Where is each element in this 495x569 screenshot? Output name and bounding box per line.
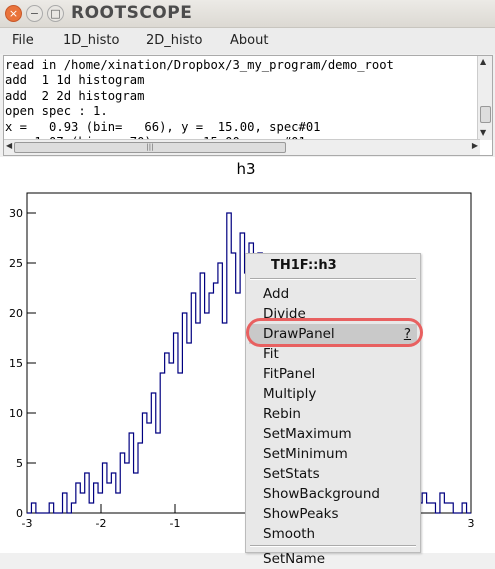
y-tick-label: 15 — [9, 357, 23, 370]
vertical-scroll-thumb[interactable] — [480, 106, 491, 123]
context-menu: TH1F::h3 Add Divide DrawPanel? Fit FitPa… — [245, 253, 421, 567]
menu-about[interactable]: About — [230, 33, 268, 48]
y-tick-label: 20 — [9, 307, 23, 320]
menu-item-setname[interactable]: SetName — [246, 549, 420, 569]
title-bar: × − □ ROOTSCOPE — [0, 0, 495, 28]
minimize-window-icon[interactable]: − — [26, 5, 43, 22]
x-tick-label: -1 — [170, 517, 181, 530]
y-tick-label: 10 — [9, 407, 23, 420]
y-tick-label: 25 — [9, 257, 23, 270]
menu-file[interactable]: File — [12, 33, 34, 48]
console-line: add 1 1d histogram — [5, 73, 145, 88]
menu-item-drawpanel[interactable]: DrawPanel? — [249, 324, 417, 344]
menu-item-multiply[interactable]: Multiply — [246, 384, 420, 404]
menu-2d-histo[interactable]: 2D_histo — [146, 33, 202, 48]
console-line: open spec : 1. — [5, 104, 108, 119]
console-horizontal-scrollbar[interactable]: ◀ ||| ▶ — [4, 139, 480, 155]
console-line: x = 0.93 (bin= 66), y = 15.00, spec#01 — [5, 119, 321, 134]
window-title: ROOTSCOPE — [71, 3, 193, 23]
menu-item-divide[interactable]: Divide — [246, 304, 420, 324]
menu-bar: File 1D_histo 2D_histo About — [0, 28, 495, 54]
console-vertical-scrollbar[interactable]: ▲ ▼ — [477, 56, 492, 140]
console-line: add 2 2d histogram — [5, 88, 145, 103]
menu-item-add[interactable]: Add — [246, 284, 420, 304]
x-tick-label: -2 — [96, 517, 107, 530]
y-tick-label: 30 — [9, 207, 23, 220]
menu-item-setminimum[interactable]: SetMinimum — [246, 444, 420, 464]
horizontal-scroll-thumb[interactable]: ||| — [14, 142, 286, 153]
menu-item-setmaximum[interactable]: SetMaximum — [246, 424, 420, 444]
menu-item-fit[interactable]: Fit — [246, 344, 420, 364]
menu-separator — [250, 545, 416, 547]
menu-item-rebin[interactable]: Rebin — [246, 404, 420, 424]
menu-item-smooth[interactable]: Smooth — [246, 524, 420, 544]
menu-item-showpeaks[interactable]: ShowPeaks — [246, 504, 420, 524]
x-tick-label: -3 — [22, 517, 33, 530]
menu-item-setstats[interactable]: SetStats — [246, 464, 420, 484]
menu-item-label: DrawPanel — [263, 326, 335, 342]
close-window-icon[interactable]: × — [5, 5, 22, 22]
menu-1d-histo[interactable]: 1D_histo — [63, 33, 119, 48]
scroll-right-icon[interactable]: ▶ — [472, 141, 478, 150]
scroll-down-icon[interactable]: ▼ — [480, 128, 486, 137]
chart-title: h3 — [236, 160, 255, 178]
maximize-window-icon[interactable]: □ — [47, 5, 64, 22]
x-tick-label: 3 — [468, 517, 475, 530]
menu-separator — [250, 278, 416, 280]
scroll-up-icon[interactable]: ▲ — [480, 57, 486, 66]
scroll-left-icon[interactable]: ◀ — [6, 141, 12, 150]
menu-item-showbackground[interactable]: ShowBackground — [246, 484, 420, 504]
menu-item-fitpanel[interactable]: FitPanel — [246, 364, 420, 384]
help-marker[interactable]: ? — [404, 324, 411, 344]
console-line: read in /home/xination/Dropbox/3_my_prog… — [5, 58, 394, 72]
console-output[interactable]: read in /home/xination/Dropbox/3_my_prog… — [3, 55, 493, 156]
context-menu-title: TH1F::h3 — [271, 258, 337, 273]
y-tick-label: 5 — [16, 457, 23, 470]
